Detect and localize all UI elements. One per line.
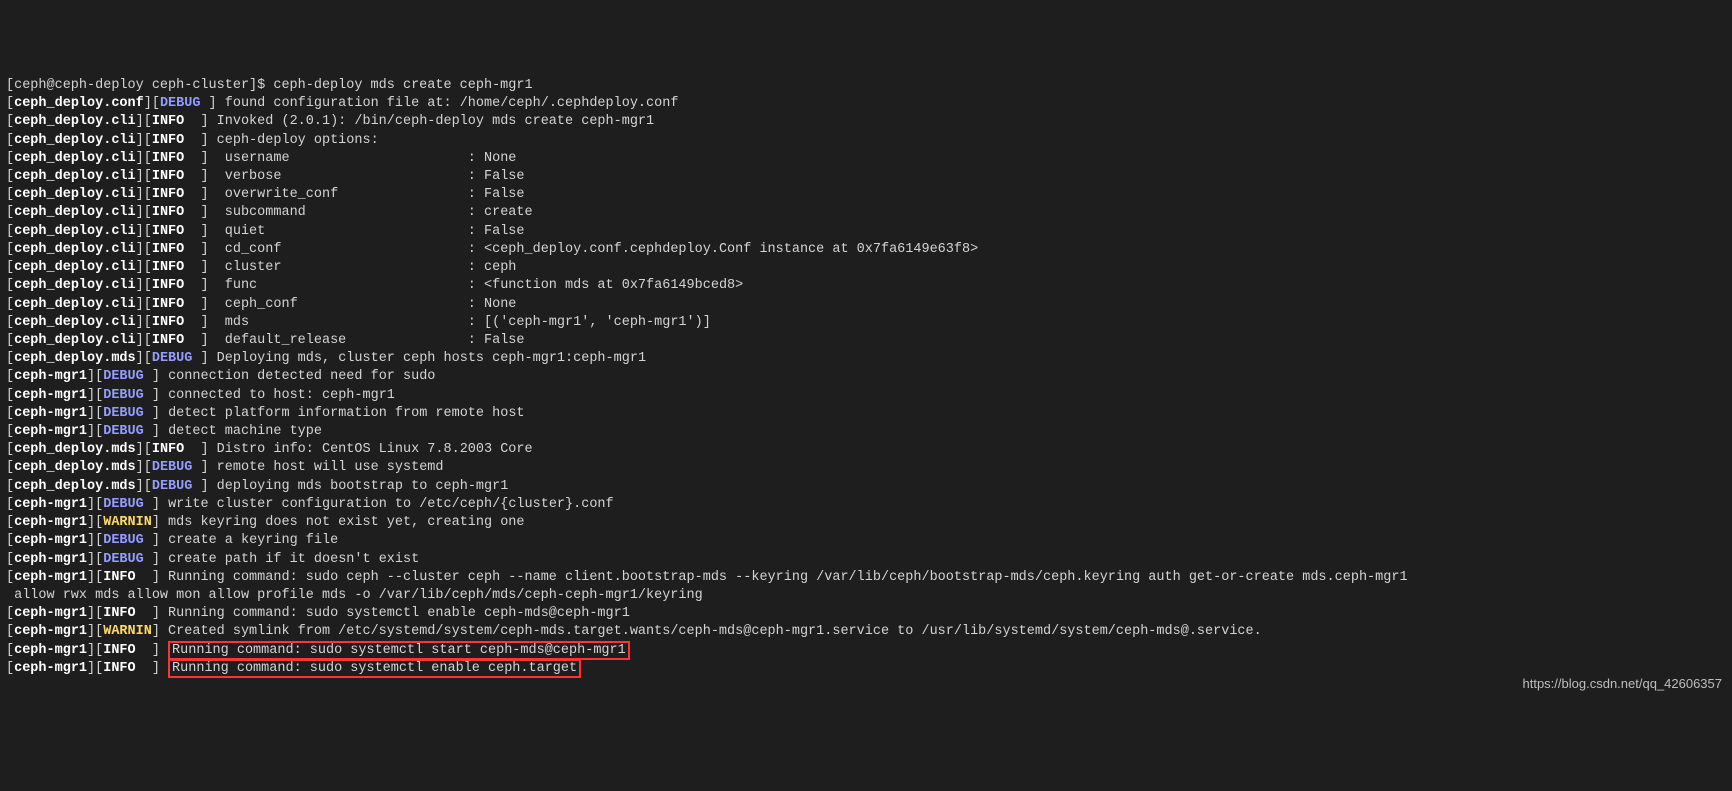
log-line: [ceph_deploy.cli][INFO ] overwrite_conf …: [6, 186, 1726, 204]
log-line: [ceph_deploy.cli][INFO ] ceph_conf : Non…: [6, 296, 1726, 314]
log-line: [ceph-mgr1][DEBUG ] connection detected …: [6, 368, 1726, 386]
log-line: [ceph_deploy.mds][DEBUG ] Deploying mds,…: [6, 350, 1726, 368]
log-line: [ceph-mgr1][DEBUG ] detect platform info…: [6, 405, 1726, 423]
log-line: [ceph_deploy.cli][INFO ] Invoked (2.0.1)…: [6, 113, 1726, 131]
log-line: [ceph_deploy.mds][INFO ] Distro info: Ce…: [6, 441, 1726, 459]
log-line: [ceph_deploy.cli][INFO ] username : None: [6, 150, 1726, 168]
log-line: [ceph-mgr1][INFO ] Running command: sudo…: [6, 605, 1726, 623]
log-line: [ceph_deploy.cli][INFO ] cluster : ceph: [6, 259, 1726, 277]
log-line: [ceph-mgr1][DEBUG ] write cluster config…: [6, 496, 1726, 514]
log-line: [ceph-mgr1][DEBUG ] create a keyring fil…: [6, 532, 1726, 550]
highlighted-command: Running command: sudo systemctl enable c…: [168, 659, 581, 678]
log-line: [ceph_deploy.mds][DEBUG ] deploying mds …: [6, 478, 1726, 496]
shell-prompt: [ceph@ceph-deploy ceph-cluster]$ ceph-de…: [6, 77, 1726, 95]
log-line-continuation: allow rwx mds allow mon allow profile md…: [6, 587, 1726, 605]
log-line: [ceph_deploy.cli][INFO ] default_release…: [6, 332, 1726, 350]
log-line: [ceph_deploy.cli][INFO ] verbose : False: [6, 168, 1726, 186]
log-line: [ceph_deploy.cli][INFO ] ceph-deploy opt…: [6, 132, 1726, 150]
log-line: [ceph_deploy.cli][INFO ] quiet : False: [6, 223, 1726, 241]
log-line: [ceph-mgr1][INFO ] Running command: sudo…: [6, 642, 1726, 660]
log-line: [ceph-mgr1][INFO ] Running command: sudo…: [6, 660, 1726, 678]
log-line: [ceph_deploy.cli][INFO ] func : <functio…: [6, 277, 1726, 295]
log-line: [ceph_deploy.cli][INFO ] subcommand : cr…: [6, 204, 1726, 222]
log-line: [ceph-mgr1][DEBUG ] create path if it do…: [6, 551, 1726, 569]
log-line: [ceph-mgr1][DEBUG ] connected to host: c…: [6, 387, 1726, 405]
watermark-text: https://blog.csdn.net/qq_42606357: [1523, 675, 1723, 693]
log-line: [ceph_deploy.conf][DEBUG ] found configu…: [6, 95, 1726, 113]
log-line: [ceph_deploy.cli][INFO ] mds : [('ceph-m…: [6, 314, 1726, 332]
log-line: [ceph-mgr1][WARNIN] Created symlink from…: [6, 623, 1726, 641]
terminal-output: [ceph@ceph-deploy ceph-cluster]$ ceph-de…: [6, 77, 1726, 678]
log-line: [ceph_deploy.cli][INFO ] cd_conf : <ceph…: [6, 241, 1726, 259]
log-line: [ceph_deploy.mds][DEBUG ] remote host wi…: [6, 459, 1726, 477]
log-line: [ceph-mgr1][INFO ] Running command: sudo…: [6, 569, 1726, 587]
highlighted-command: Running command: sudo systemctl start ce…: [168, 641, 630, 660]
log-line: [ceph-mgr1][DEBUG ] detect machine type: [6, 423, 1726, 441]
log-line: [ceph-mgr1][WARNIN] mds keyring does not…: [6, 514, 1726, 532]
